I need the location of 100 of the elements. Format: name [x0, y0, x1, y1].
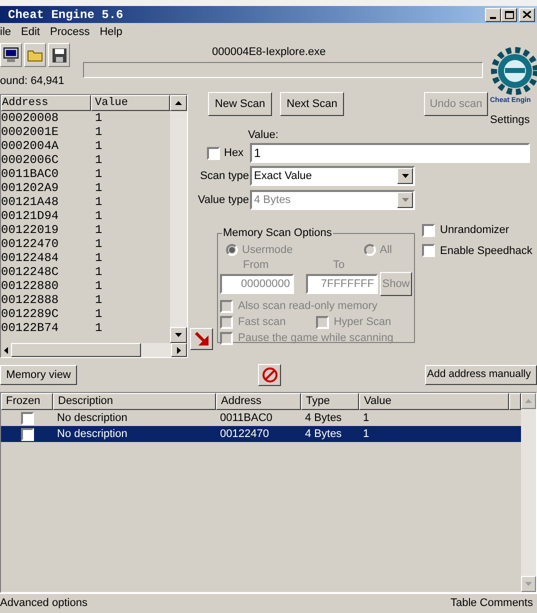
- value-cell[interactable]: 1: [91, 279, 102, 293]
- process-list-button[interactable]: [0, 43, 22, 67]
- value-cell[interactable]: 1: [91, 111, 102, 125]
- scroll-down-button[interactable]: [170, 327, 187, 343]
- address-cell[interactable]: 0012248C: [1, 265, 91, 279]
- horizontal-scrollbar[interactable]: [1, 343, 187, 357]
- checkbox[interactable]: [422, 244, 435, 258]
- address-cell[interactable]: 0002004A: [1, 139, 91, 153]
- save-button[interactable]: [48, 43, 70, 67]
- vertical-scrollbar[interactable]: [170, 95, 187, 343]
- address-cell[interactable]: 00122470: [1, 237, 91, 251]
- add-to-list-button[interactable]: [190, 328, 213, 350]
- add-address-button[interactable]: Add address manually: [425, 365, 537, 385]
- scan-type-label: Scan type: [199, 168, 250, 184]
- scroll-up-button[interactable]: [170, 95, 187, 111]
- menu-item[interactable]: Help: [100, 24, 132, 41]
- checkbox[interactable]: [422, 224, 435, 237]
- address-cell[interactable]: 00122880: [1, 279, 91, 293]
- hex-label: Hex: [224, 146, 245, 161]
- address-cell[interactable]: 0002006C: [1, 153, 91, 167]
- address-cell[interactable]: 0002001E: [1, 125, 91, 139]
- checkbox-option[interactable]: Unrandomizer: [422, 222, 532, 238]
- address-cell-text: 00122470: [219, 426, 270, 442]
- value-cell[interactable]: 1: [91, 195, 102, 209]
- address-cell[interactable]: 0011BAC0: [1, 167, 91, 181]
- address-cell[interactable]: 00121A48: [1, 195, 91, 209]
- type-cell-text: 4 Bytes: [304, 426, 343, 442]
- value-cell-text: 1: [362, 426, 370, 442]
- window-title: Cheat Engine 5.6: [7, 6, 124, 24]
- close-button[interactable]: [519, 8, 535, 22]
- address-cell[interactable]: 001202A9: [1, 181, 91, 195]
- description-cell-text: No description: [56, 410, 128, 426]
- checkbox[interactable]: [207, 146, 220, 160]
- column-header[interactable]: Address: [1, 95, 91, 111]
- from-label: From: [242, 258, 270, 272]
- address-cell[interactable]: 00122484: [1, 251, 91, 265]
- down-arrow-icon: [175, 333, 182, 337]
- value-cell[interactable]: 1: [91, 307, 102, 321]
- memory-view-button[interactable]: Memory view: [0, 365, 77, 385]
- computer-icon: [3, 47, 19, 63]
- address-cell[interactable]: 00121D94: [1, 209, 91, 223]
- close-icon: [523, 11, 531, 18]
- value-cell[interactable]: 1: [91, 209, 102, 223]
- minimize-button[interactable]: [485, 8, 501, 22]
- advanced-options-link[interactable]: Advanced options: [0, 595, 88, 612]
- column-header[interactable]: Value: [91, 95, 170, 111]
- value-input[interactable]: 1: [250, 143, 530, 163]
- arrow-icon: [194, 332, 208, 346]
- clear-list-button[interactable]: [258, 364, 281, 386]
- new-scan-button[interactable]: New Scan: [208, 92, 272, 116]
- down-arrow-icon: [525, 582, 532, 586]
- maximize-button[interactable]: [501, 8, 517, 22]
- value-cell[interactable]: 1: [91, 223, 102, 237]
- scroll-left-button[interactable]: [1, 343, 11, 357]
- right-arrow-icon: [177, 346, 181, 354]
- table-comments-link[interactable]: Table Comments: [450, 595, 537, 612]
- address-cell[interactable]: 00122B74: [1, 321, 91, 335]
- checkbox[interactable]: [20, 428, 34, 440]
- value-cell[interactable]: 1: [91, 153, 102, 167]
- address-row[interactable]: No description 00122470 4 Bytes 1: [1, 426, 521, 442]
- caret-icon: [402, 174, 408, 178]
- address-cell[interactable]: 0012289C: [1, 307, 91, 321]
- value-cell[interactable]: 1: [91, 181, 102, 195]
- address-cell-text: 0011BAC0: [219, 410, 274, 426]
- caret-icon: [402, 198, 408, 202]
- address-cell[interactable]: 00122019: [1, 223, 91, 237]
- value-cell[interactable]: 1: [91, 251, 102, 265]
- value-cell[interactable]: 1: [91, 293, 102, 307]
- menu-item[interactable]: Process: [50, 24, 100, 41]
- address-cell[interactable]: 00020008: [1, 111, 91, 125]
- value-label: Value:: [248, 128, 278, 143]
- scroll-right-button[interactable]: [171, 343, 187, 357]
- column-header[interactable]: Address: [216, 393, 301, 410]
- menu-item[interactable]: Edit: [21, 24, 50, 41]
- next-scan-button[interactable]: Next Scan: [280, 92, 344, 116]
- gear-logo-icon: [490, 45, 537, 97]
- settings-link[interactable]: Settings: [490, 112, 530, 128]
- no-entry-icon: [262, 367, 278, 383]
- process-name: 000004E8-Iexplore.exe: [212, 44, 326, 60]
- checkbox-option[interactable]: Enable Speedhack: [422, 242, 532, 259]
- value-cell[interactable]: 1: [91, 237, 102, 251]
- description-cell-text: No description: [56, 426, 128, 442]
- folder-icon: [27, 48, 43, 62]
- column-header[interactable]: Description: [53, 393, 216, 410]
- column-header[interactable]: Type: [301, 393, 359, 410]
- value-cell[interactable]: 1: [91, 265, 102, 279]
- scan-type-dropdown[interactable]: Exact Value: [250, 166, 415, 186]
- value-cell[interactable]: 1: [91, 321, 102, 335]
- minimize-icon: [490, 16, 496, 18]
- maximize-icon: [504, 10, 514, 18]
- menu-item[interactable]: ile: [0, 24, 22, 41]
- column-header[interactable]: Value: [359, 393, 509, 410]
- open-button[interactable]: [24, 43, 46, 67]
- scrollbar-thumb[interactable]: [11, 343, 141, 357]
- column-header[interactable]: Frozen: [1, 393, 53, 410]
- value-cell[interactable]: 1: [91, 139, 102, 153]
- value-cell[interactable]: 1: [91, 167, 102, 181]
- value-cell[interactable]: 1: [91, 125, 102, 139]
- checkbox[interactable]: [20, 412, 34, 424]
- address-cell[interactable]: 00122888: [1, 293, 91, 307]
